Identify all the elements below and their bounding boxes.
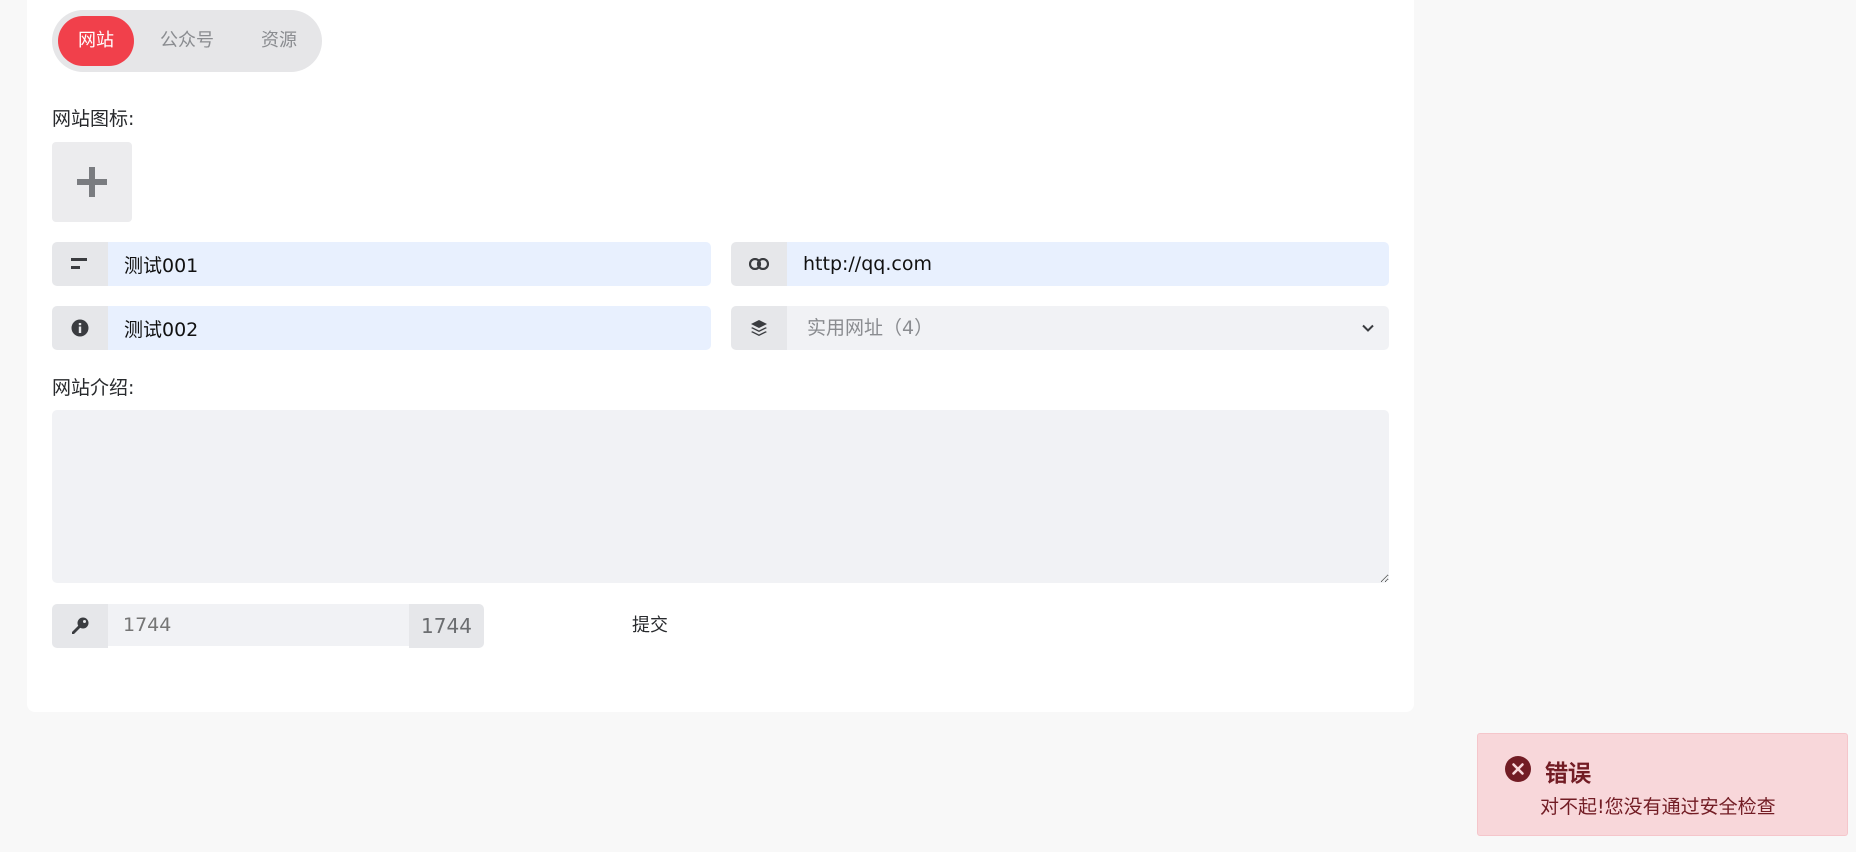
intro-label: 网站介绍: (52, 377, 135, 399)
site-url-input[interactable] (787, 242, 1389, 286)
category-field: 实用网址（4） (731, 306, 1389, 350)
submit-button[interactable]: 提交 (632, 611, 668, 637)
tab-website[interactable]: 网站 (58, 16, 134, 66)
site-url-field (731, 242, 1389, 286)
close-circle-icon (1505, 756, 1531, 782)
icon-upload-button[interactable] (52, 142, 132, 222)
tab-official-account[interactable]: 公众号 (142, 16, 232, 66)
site-name-input[interactable] (108, 242, 711, 286)
link-icon (749, 258, 769, 270)
site-name-field (52, 242, 711, 286)
category-addon (731, 306, 787, 350)
site-summary-input[interactable] (108, 306, 711, 350)
site-name-addon (52, 242, 108, 286)
category-select[interactable]: 实用网址（4） (787, 306, 1389, 350)
tab-resource[interactable]: 资源 (234, 16, 324, 66)
info-icon (71, 319, 89, 337)
site-summary-addon (52, 306, 108, 350)
toast-message: 对不起!您没有通过安全检查 (1540, 796, 1776, 818)
layers-icon (751, 320, 767, 336)
site-summary-field (52, 306, 711, 350)
type-tab-group: 网站 公众号 资源 (52, 10, 322, 72)
toast-title: 错误 (1545, 761, 1591, 787)
error-toast[interactable]: 错误 对不起!您没有通过安全检查 (1477, 733, 1848, 836)
site-url-addon (731, 242, 787, 286)
captcha-input[interactable] (108, 604, 409, 648)
text-lines-icon (71, 258, 87, 269)
plus-icon (77, 167, 107, 197)
key-icon (72, 617, 89, 634)
intro-textarea[interactable] (52, 410, 1389, 583)
icon-label: 网站图标: (52, 108, 135, 130)
captcha-addon (52, 604, 108, 648)
captcha-field: 1744 (52, 604, 484, 648)
captcha-code[interactable]: 1744 (409, 604, 484, 648)
